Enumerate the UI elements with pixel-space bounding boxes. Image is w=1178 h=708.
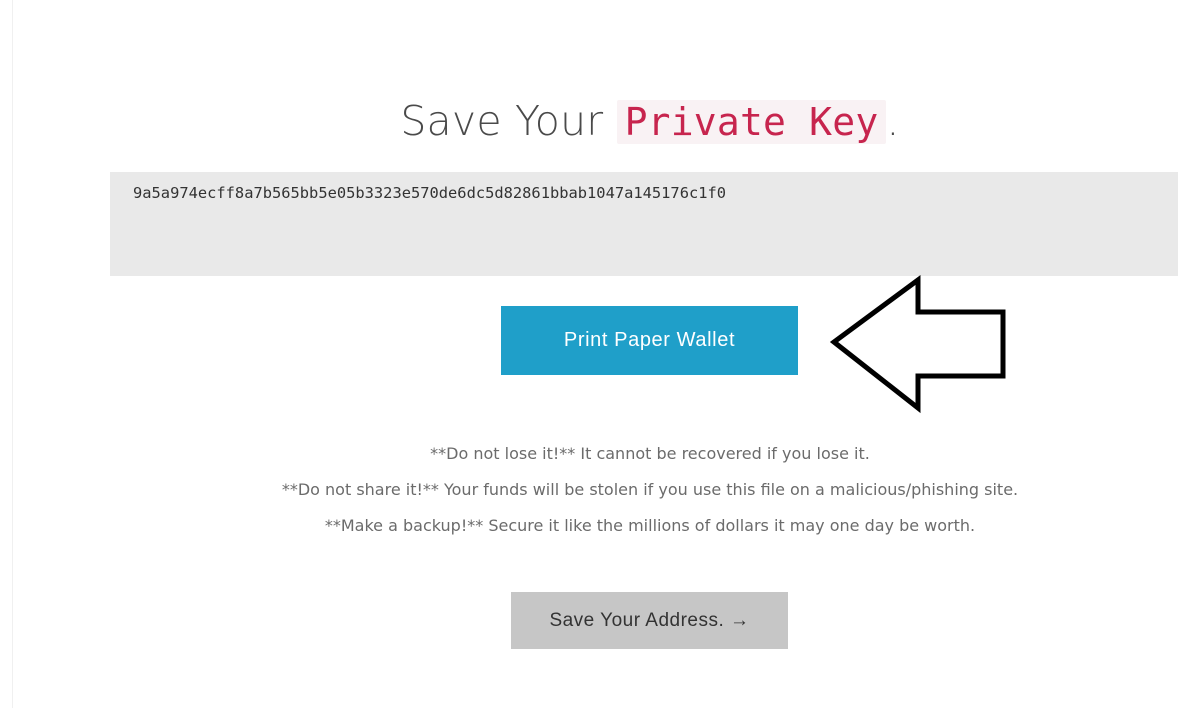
warnings-list: **Do not lose it!** It cannot be recover…	[0, 436, 1178, 544]
title-private-key-code: Private Key	[616, 100, 887, 144]
private-key-display[interactable]: 9a5a974ecff8a7b565bb5e05b3323e570de6dc5d…	[110, 172, 1178, 276]
print-paper-wallet-button[interactable]: Print Paper Wallet	[501, 306, 798, 375]
page: Save Your Private Key. 9a5a974ecff8a7b56…	[0, 0, 1178, 708]
warning-make-backup: **Make a backup!** Secure it like the mi…	[324, 516, 976, 535]
title-suffix: .	[886, 97, 900, 145]
left-arrow-icon	[829, 275, 1006, 414]
page-title: Save Your Private Key.	[0, 92, 1178, 151]
warning-do-not-share: **Do not share it!** Your funds will be …	[281, 480, 1019, 499]
save-your-address-button[interactable]: Save Your Address. →	[511, 592, 788, 649]
title-prefix: Save Your	[400, 97, 617, 145]
warning-do-not-lose: **Do not lose it!** It cannot be recover…	[430, 444, 870, 463]
